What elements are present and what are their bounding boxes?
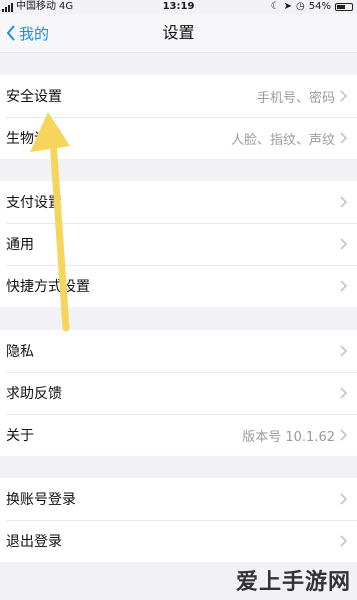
chevron-right-icon — [340, 280, 348, 292]
row-label: 求助反馈 — [6, 386, 62, 402]
chevron-right-icon — [340, 493, 348, 505]
row-label: 安全设置 — [6, 89, 62, 105]
row-logout[interactable]: 退出登录 — [0, 520, 357, 562]
chevron-right-icon — [340, 429, 348, 441]
nav-bar: 我的 设置 — [0, 14, 357, 53]
battery-percent: 54% — [308, 1, 331, 12]
settings-group-login: 换账号登录 退出登录 — [0, 478, 357, 562]
row-help-feedback[interactable]: 求助反馈 — [0, 372, 357, 414]
row-privacy[interactable]: 隐私 — [0, 330, 357, 372]
status-right: ☾ ➤ ◷ 54% — [271, 0, 353, 14]
chevron-right-icon — [340, 387, 348, 399]
watermark: 爱上手游网 — [235, 570, 351, 595]
alarm-icon: ◷ — [296, 1, 305, 12]
row-value: 版本号 10.1.62 — [242, 429, 335, 445]
chevron-right-icon — [340, 90, 348, 102]
row-payment-settings[interactable]: 支付设置 — [0, 181, 357, 223]
chevron-right-icon — [340, 535, 348, 547]
row-general[interactable]: 通用 — [0, 223, 357, 265]
location-icon: ➤ — [283, 1, 293, 12]
moon-icon: ☾ — [270, 1, 280, 12]
row-switch-account[interactable]: 换账号登录 — [0, 478, 357, 520]
row-value: 人脸、指纹、声纹 — [230, 132, 335, 148]
row-label: 生物识别 — [6, 131, 62, 147]
settings-group-info: 隐私 求助反馈 关于 版本号 10.1.62 — [0, 330, 357, 456]
row-about[interactable]: 关于 版本号 10.1.62 — [0, 414, 357, 456]
row-label: 关于 — [6, 428, 34, 444]
row-value: 手机号、密码 — [256, 90, 335, 106]
row-label: 支付设置 — [6, 195, 62, 211]
row-label: 退出登录 — [6, 534, 62, 550]
page-title: 设置 — [162, 23, 195, 42]
row-biometrics[interactable]: 生物识别 人脸、指纹、声纹 — [0, 117, 357, 159]
row-label: 隐私 — [6, 344, 34, 360]
row-label: 换账号登录 — [6, 492, 76, 508]
battery-icon — [335, 3, 353, 11]
settings-group-general: 支付设置 通用 快捷方式设置 — [0, 181, 357, 307]
chevron-right-icon — [340, 238, 348, 250]
chevron-right-icon — [340, 132, 348, 144]
row-security-settings[interactable]: 安全设置 手机号、密码 — [0, 75, 357, 117]
chevron-right-icon — [340, 196, 348, 208]
row-shortcut-settings[interactable]: 快捷方式设置 — [0, 265, 357, 307]
row-label: 快捷方式设置 — [6, 279, 90, 295]
chevron-right-icon — [340, 345, 348, 357]
settings-group-account: 安全设置 手机号、密码 生物识别 人脸、指纹、声纹 — [0, 75, 357, 159]
row-label: 通用 — [6, 237, 34, 253]
status-bar: 中国移动 4G 13:19 ☾ ➤ ◷ 54% — [0, 0, 357, 14]
